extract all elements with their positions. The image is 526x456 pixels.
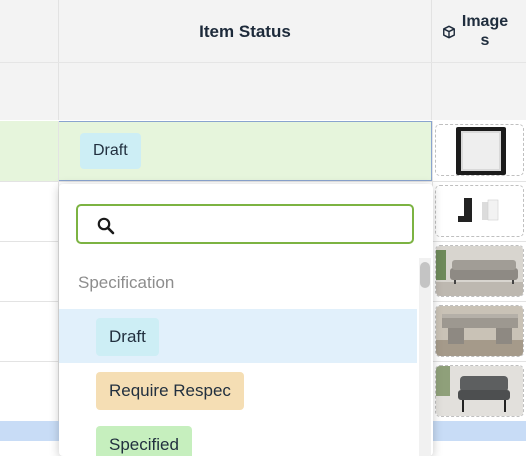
- coffee-table-image: [436, 306, 523, 356]
- header-cell-left: [0, 0, 59, 120]
- header-cell-images[interactable]: Images: [432, 0, 526, 120]
- images-header: Images: [442, 12, 522, 50]
- option-draft[interactable]: Draft: [59, 309, 417, 363]
- image-cell[interactable]: [433, 242, 526, 301]
- wall-hooks-image: [436, 186, 523, 236]
- header-cell-item-status[interactable]: Item Status: [59, 0, 432, 120]
- option-tag: Specified: [96, 426, 192, 456]
- mirror-thumbnail[interactable]: [435, 124, 524, 176]
- option-require-respec[interactable]: Require Respec: [59, 363, 417, 417]
- cube-icon: [443, 25, 455, 39]
- armchair-thumbnail[interactable]: [435, 365, 524, 417]
- header-divider: [0, 62, 526, 63]
- table-thumbnail[interactable]: [435, 305, 524, 357]
- status-dropdown: Specification Draft Require Respec Speci…: [59, 184, 433, 456]
- dropdown-scrollbar-thumb[interactable]: [420, 262, 430, 288]
- search-icon: [97, 217, 115, 235]
- item-status-header-label: Item Status: [199, 22, 291, 41]
- option-group-label: Specification: [78, 273, 175, 292]
- option-tag: Require Respec: [96, 372, 244, 410]
- sofa-image: [436, 246, 523, 296]
- image-cell[interactable]: [433, 362, 526, 421]
- images-header-label: Images: [461, 13, 509, 49]
- dropdown-search-input[interactable]: [126, 211, 410, 239]
- table-row-selected[interactable]: Draft: [0, 121, 526, 182]
- sofa-thumbnail[interactable]: [435, 245, 524, 297]
- hooks-thumbnail[interactable]: [435, 185, 524, 237]
- mirror-image: [436, 125, 523, 175]
- status-tag[interactable]: Draft: [80, 133, 141, 169]
- image-cell[interactable]: [433, 121, 526, 181]
- option-tag: Draft: [96, 318, 159, 356]
- dropdown-search-box[interactable]: [76, 204, 414, 244]
- armchair-image: [436, 366, 523, 416]
- image-cell[interactable]: [433, 302, 526, 361]
- item-status-cell-editing[interactable]: Draft: [58, 121, 432, 181]
- option-specified[interactable]: Specified: [59, 417, 417, 456]
- image-cell[interactable]: [433, 182, 526, 241]
